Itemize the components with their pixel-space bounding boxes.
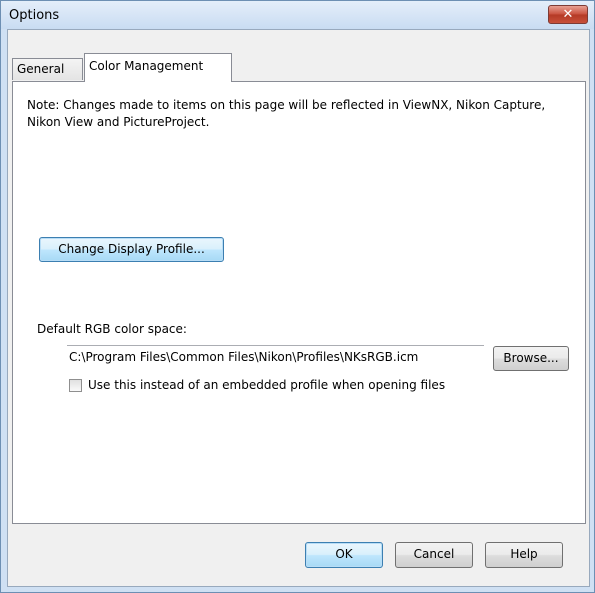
close-button[interactable]: ✕ — [548, 5, 588, 24]
title-bar[interactable]: Options ✕ — [1, 1, 594, 29]
use-instead-checkbox[interactable] — [69, 379, 82, 392]
tab-general[interactable]: General — [12, 58, 83, 80]
help-button[interactable]: Help — [485, 542, 563, 568]
use-instead-label[interactable]: Use this instead of an embedded profile … — [88, 378, 445, 392]
change-display-profile-button[interactable]: Change Display Profile... — [39, 237, 224, 262]
note-text: Note: Changes made to items on this page… — [27, 98, 546, 129]
rgb-profile-path-input[interactable] — [67, 345, 484, 367]
browse-button[interactable]: Browse... — [493, 346, 569, 371]
dialog-title: Options — [9, 8, 60, 23]
close-icon: ✕ — [562, 7, 574, 22]
color-management-panel: Note: Changes made to items on this page… — [12, 81, 586, 524]
default-rgb-label: Default RGB color space: — [37, 322, 187, 336]
dialog-client-area: General Color Management Note: Changes m… — [7, 29, 590, 587]
tab-color-management[interactable]: Color Management — [84, 53, 232, 82]
options-dialog: Options ✕ General Color Management Note:… — [0, 0, 595, 593]
ok-button[interactable]: OK — [305, 542, 383, 568]
cancel-button[interactable]: Cancel — [395, 542, 473, 568]
